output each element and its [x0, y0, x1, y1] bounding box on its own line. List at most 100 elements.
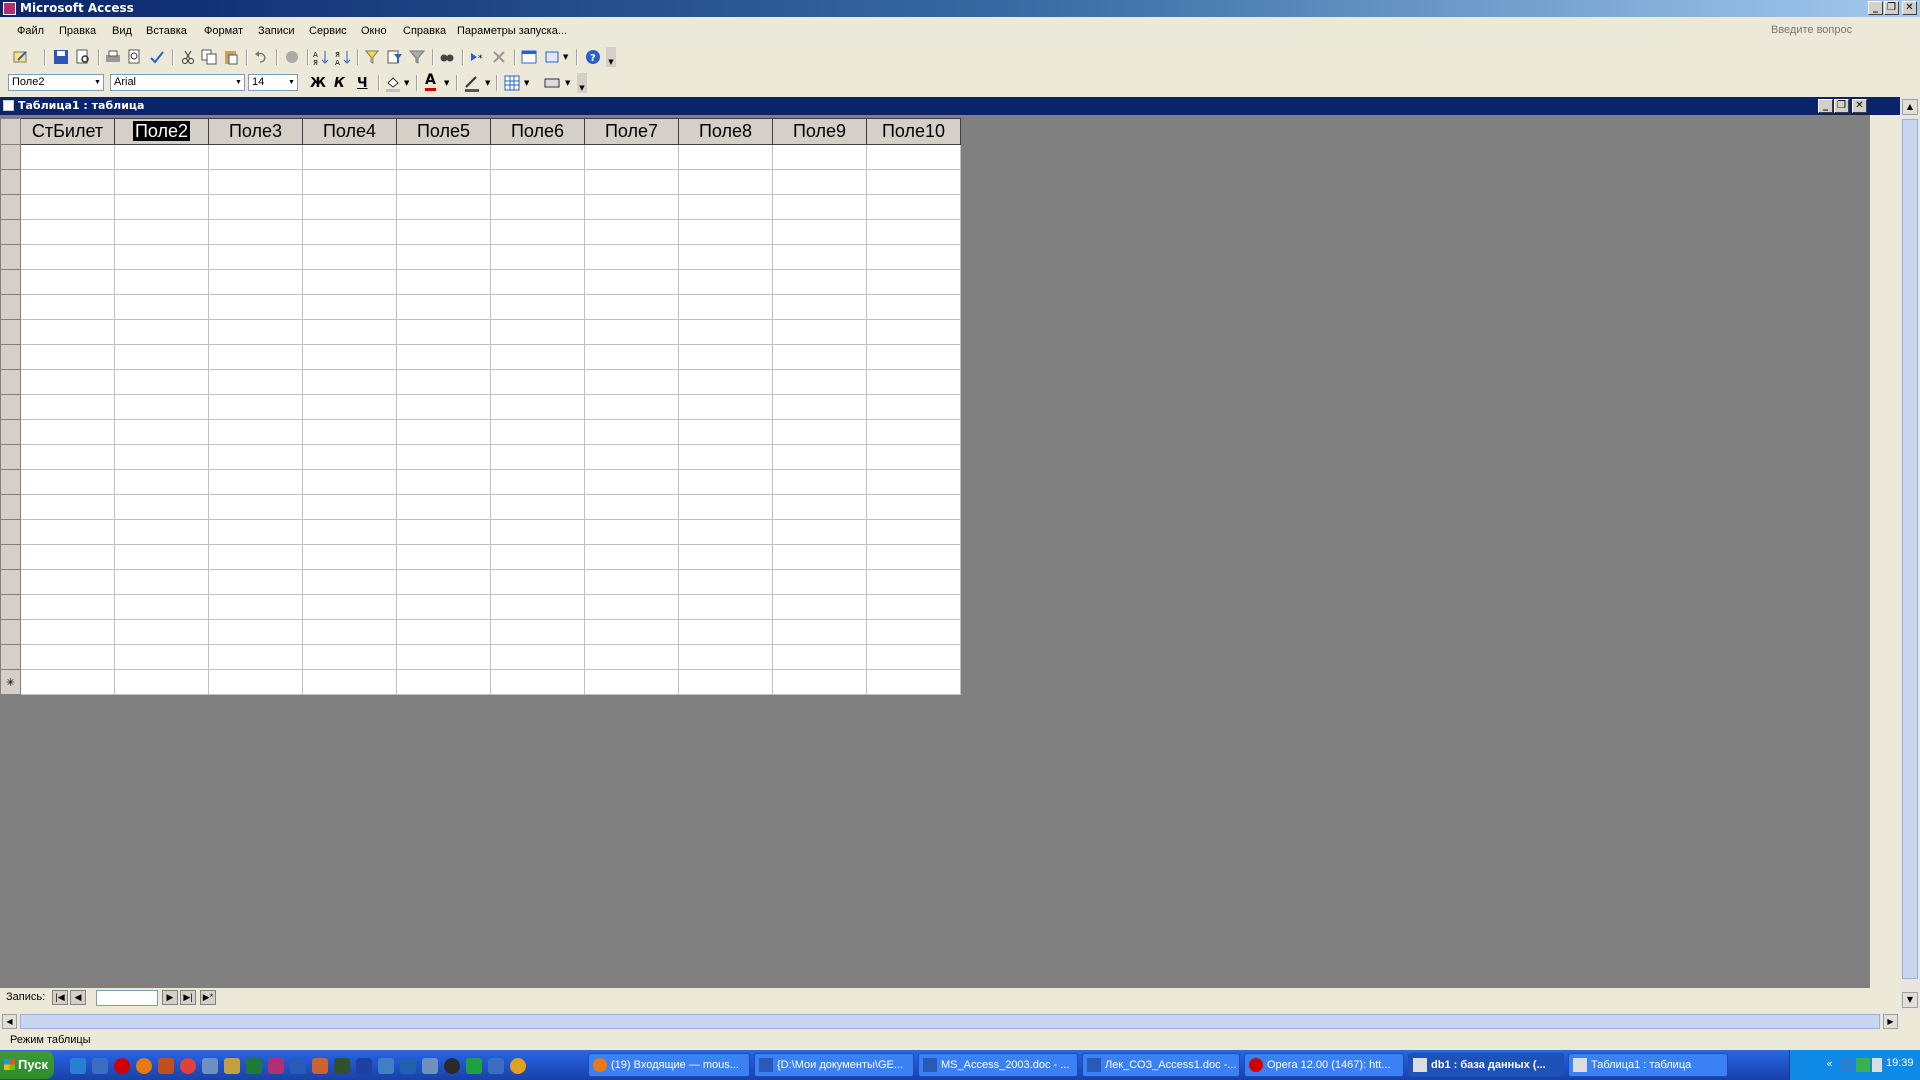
firefox-icon[interactable]: [136, 1058, 152, 1074]
table-cell[interactable]: [678, 444, 773, 470]
table-cell[interactable]: [584, 419, 679, 445]
table-cell[interactable]: [678, 344, 773, 370]
table-cell[interactable]: [302, 469, 397, 495]
row-selector[interactable]: [0, 594, 21, 620]
table-cell[interactable]: [772, 444, 867, 470]
table-cell[interactable]: [396, 369, 491, 395]
table-cell[interactable]: [584, 469, 679, 495]
table-cell[interactable]: [490, 219, 585, 245]
table-restore-button[interactable]: ❐: [1834, 99, 1849, 113]
select-all-corner[interactable]: [0, 118, 21, 145]
table-cell[interactable]: [208, 194, 303, 220]
table-cell[interactable]: [678, 219, 773, 245]
table-cell[interactable]: [114, 644, 209, 670]
new-object-icon[interactable]: [544, 48, 562, 66]
table-cell[interactable]: [678, 194, 773, 220]
clock[interactable]: 19:39: [1886, 1057, 1914, 1069]
table-cell[interactable]: [208, 519, 303, 545]
table-cell[interactable]: [114, 219, 209, 245]
print-preview-icon[interactable]: [126, 48, 144, 66]
row-selector[interactable]: [0, 494, 21, 520]
table-cell[interactable]: [866, 244, 961, 270]
table-cell[interactable]: [678, 619, 773, 645]
table-cell[interactable]: [772, 269, 867, 295]
table-row[interactable]: [0, 544, 961, 570]
table-cell[interactable]: [114, 469, 209, 495]
chevron-down-icon[interactable]: ▼: [485, 79, 490, 87]
table-cell[interactable]: [302, 319, 397, 345]
table-row[interactable]: [0, 494, 961, 520]
row-selector[interactable]: [0, 569, 21, 595]
app-icon-4[interactable]: [224, 1058, 240, 1074]
underline-button[interactable]: Ч: [357, 76, 368, 91]
scroll-down-icon[interactable]: ▼: [1902, 992, 1918, 1008]
table-cell[interactable]: [208, 319, 303, 345]
last-record-icon[interactable]: ▶|: [180, 990, 196, 1005]
table-cell[interactable]: [678, 294, 773, 320]
table-cell[interactable]: [678, 244, 773, 270]
table-cell[interactable]: [396, 344, 491, 370]
minimize-button[interactable]: _: [1868, 1, 1883, 15]
table-cell[interactable]: [396, 169, 491, 195]
table-cell[interactable]: [20, 669, 115, 695]
table-cell[interactable]: [114, 169, 209, 195]
table-close-button[interactable]: ✕: [1852, 99, 1867, 113]
row-selector[interactable]: [0, 469, 21, 495]
start-button[interactable]: Пуск: [0, 1051, 54, 1079]
table-cell[interactable]: [20, 519, 115, 545]
horizontal-scrollbar[interactable]: ◀ ▶: [0, 1013, 1900, 1030]
table-cell[interactable]: [490, 294, 585, 320]
table-cell[interactable]: [490, 344, 585, 370]
find-icon[interactable]: [438, 48, 456, 66]
row-selector[interactable]: [0, 394, 21, 420]
table-cell[interactable]: [396, 419, 491, 445]
app-icon-11[interactable]: [466, 1058, 482, 1074]
volume-icon[interactable]: [1872, 1058, 1882, 1072]
table-cell[interactable]: [20, 394, 115, 420]
table-cell[interactable]: [20, 444, 115, 470]
horizontal-scroll-thumb[interactable]: [20, 1014, 1880, 1029]
table-cell[interactable]: [678, 169, 773, 195]
row-selector[interactable]: [0, 319, 21, 345]
table-cell[interactable]: [396, 594, 491, 620]
table-cell[interactable]: [302, 244, 397, 270]
task-inbox[interactable]: (19) Входящие — mous...: [588, 1053, 750, 1077]
table-cell[interactable]: [20, 544, 115, 570]
table-cell[interactable]: [490, 269, 585, 295]
table-cell[interactable]: [396, 394, 491, 420]
filter-by-form-icon[interactable]: [386, 48, 404, 66]
datasheet-grid[interactable]: СтБилет Поле2 Поле3 Поле4 Поле5 Поле6 По…: [0, 118, 961, 695]
gridlines-icon[interactable]: [503, 74, 521, 92]
spelling-icon[interactable]: [148, 48, 166, 66]
table-row[interactable]: [0, 344, 961, 370]
scroll-right-icon[interactable]: ▶: [1883, 1014, 1898, 1029]
table-cell[interactable]: [678, 419, 773, 445]
table-cell[interactable]: [20, 344, 115, 370]
table-cell[interactable]: [20, 169, 115, 195]
cut-icon[interactable]: [179, 48, 197, 66]
table-cell[interactable]: [584, 519, 679, 545]
table-cell[interactable]: [678, 669, 773, 695]
row-selector[interactable]: [0, 244, 21, 270]
table-cell[interactable]: [584, 169, 679, 195]
table-cell[interactable]: [208, 644, 303, 670]
search-file-icon[interactable]: [74, 48, 92, 66]
table-cell[interactable]: [584, 219, 679, 245]
table-cell[interactable]: [20, 319, 115, 345]
table-cell[interactable]: [584, 644, 679, 670]
table-cell[interactable]: [584, 344, 679, 370]
tray-icon-2[interactable]: [1856, 1058, 1870, 1072]
table-cell[interactable]: [114, 344, 209, 370]
row-selector[interactable]: [0, 444, 21, 470]
font-combo[interactable]: Arial ▼: [110, 74, 245, 91]
menu-format[interactable]: Формат: [204, 25, 243, 37]
table-cell[interactable]: [302, 144, 397, 170]
table-row[interactable]: ✳: [0, 669, 961, 695]
table-cell[interactable]: [772, 394, 867, 420]
table-cell[interactable]: [584, 619, 679, 645]
help-icon[interactable]: ?: [584, 48, 602, 66]
table-cell[interactable]: [208, 669, 303, 695]
table-row[interactable]: [0, 319, 961, 345]
column-header-stbilet[interactable]: СтБилет: [20, 118, 115, 145]
table-row[interactable]: [0, 444, 961, 470]
